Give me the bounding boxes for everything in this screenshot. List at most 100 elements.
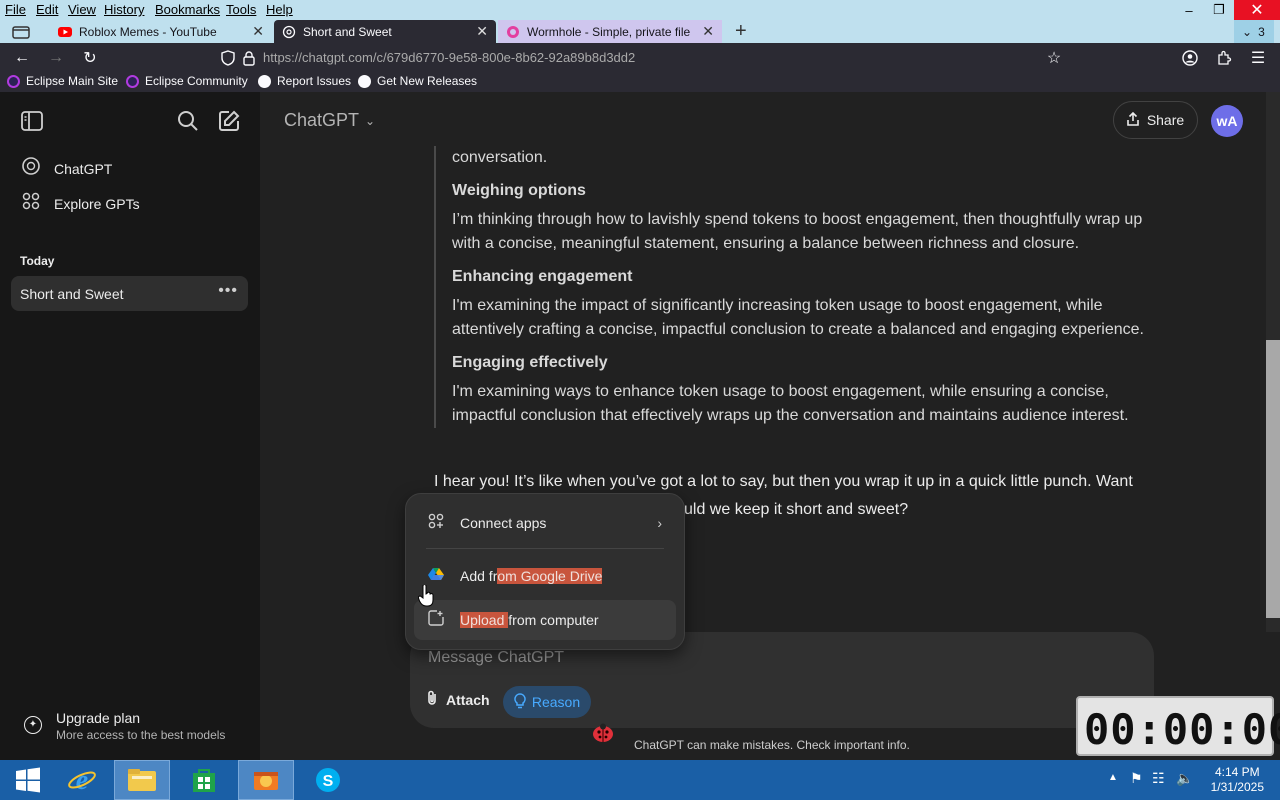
chat-history-item[interactable]: Short and Sweet ••• — [11, 276, 248, 311]
close-window-button[interactable]: ✕ — [1234, 0, 1280, 20]
reason-button[interactable]: Reason — [503, 686, 591, 718]
menu-edit[interactable]: Edit — [36, 2, 58, 17]
taskbar-firefox[interactable] — [238, 760, 294, 800]
action-center-flag-icon[interactable]: ⚑ — [1130, 770, 1143, 787]
menu-item-upload[interactable]: Upload from computer — [414, 600, 676, 640]
menu-view[interactable]: View — [68, 2, 96, 17]
url-path: /c/679d6770-9e58-800e-8b62-92a89b8d3dd2 — [372, 50, 636, 65]
close-tab-icon[interactable]: ✕ — [476, 23, 488, 40]
timer-widget[interactable]: 00:00:00 — [1076, 696, 1280, 756]
start-button[interactable] — [0, 760, 56, 800]
tab-title: Short and Sweet — [303, 24, 392, 39]
bookmark-star-icon[interactable]: ☆ — [1043, 47, 1065, 69]
minimize-button[interactable]: – — [1174, 0, 1204, 20]
url-field[interactable]: https://chatgpt.com/c/679d6770-9e58-800e… — [263, 50, 635, 65]
bookmark-label: Eclipse Main Site — [26, 74, 119, 88]
folder-icon — [128, 769, 156, 791]
close-tab-icon[interactable]: ✕ — [252, 23, 264, 40]
chat-title: Short and Sweet — [20, 286, 124, 302]
label-part: Add fr — [460, 568, 498, 584]
menu-divider — [426, 548, 664, 549]
grid-icon — [20, 192, 42, 215]
sidebar-item-label: Explore GPTs — [54, 195, 140, 212]
bookmark-get-new-releases[interactable]: Get New Releases — [358, 74, 477, 88]
browser-menubar: File Edit View History Bookmarks Tools H… — [0, 0, 1280, 20]
windows-taskbar: e S ▲ ⚑ ☷ 🔈 4:14 PM 1/31/2025 — [0, 760, 1280, 800]
bookmark-report-issues[interactable]: Report Issues — [258, 74, 351, 88]
upgrade-title: Upgrade plan — [56, 710, 141, 726]
upgrade-subtitle: More access to the best models — [56, 728, 226, 742]
new-chat-icon[interactable] — [217, 109, 241, 138]
chevron-right-icon: › — [657, 515, 662, 531]
menu-bookmarks[interactable]: Bookmarks — [155, 2, 220, 17]
reason-label: Reason — [531, 694, 581, 710]
lock-icon[interactable] — [238, 47, 260, 69]
bookmark-label: Report Issues — [277, 74, 352, 88]
reasoning-heading: Engaging effectively — [452, 354, 608, 371]
more-options-icon[interactable]: ••• — [218, 282, 238, 300]
tab-short-and-sweet[interactable]: Short and Sweet ✕ — [274, 20, 496, 43]
bookmark-eclipse-community[interactable]: Eclipse Community — [126, 74, 248, 88]
volume-muted-icon[interactable]: 🔈 — [1176, 770, 1193, 787]
clock-date: 1/31/2025 — [1210, 780, 1264, 794]
restore-button[interactable]: ❐ — [1204, 0, 1234, 20]
github-icon — [358, 74, 371, 88]
model-selector[interactable]: ChatGPT ⌄ — [284, 110, 375, 131]
sidebar-item-explore-gpts[interactable]: Explore GPTs — [20, 192, 140, 215]
chevron-down-icon: ⌄ — [365, 113, 376, 128]
sidebar-item-chatgpt[interactable]: ChatGPT — [20, 156, 112, 181]
scrollbar-thumb[interactable] — [1266, 340, 1280, 618]
eclipse-icon — [126, 74, 139, 88]
menu-tools[interactable]: Tools — [226, 2, 256, 17]
share-button[interactable]: Share — [1113, 101, 1198, 139]
attach-label: Attach — [446, 691, 490, 708]
extensions-icon[interactable] — [1213, 47, 1235, 69]
message-input[interactable]: Message ChatGPT — [428, 649, 564, 667]
menu-item-google-drive[interactable]: Add from Google Drive — [414, 556, 676, 596]
ladybug-icon — [593, 723, 613, 742]
tab-roblox[interactable]: Roblox Memes - YouTube ✕ — [50, 20, 272, 43]
taskbar-clock[interactable]: 4:14 PM 1/31/2025 — [1211, 765, 1264, 795]
menu-history[interactable]: History — [104, 2, 144, 17]
bookmarks-bar: Eclipse Main Site Eclipse Community Repo… — [0, 72, 1280, 92]
search-icon[interactable] — [176, 109, 200, 138]
lightbulb-icon — [514, 692, 526, 712]
tab-wormhole[interactable]: Wormhole - Simple, private file ✕ — [498, 20, 722, 43]
forward-button[interactable]: → — [45, 47, 67, 69]
close-tab-icon[interactable]: ✕ — [702, 23, 714, 40]
menu-item-label: Add from Google Drive — [460, 568, 603, 584]
sidebar: ChatGPT Explore GPTs Today Short and Swe… — [0, 92, 260, 760]
bookmark-eclipse-main[interactable]: Eclipse Main Site — [7, 74, 118, 88]
taskbar-store[interactable] — [176, 760, 232, 800]
wormhole-icon — [507, 25, 519, 38]
hamburger-menu-icon[interactable]: ☰ — [1247, 47, 1269, 69]
avatar[interactable]: wA — [1211, 105, 1243, 137]
network-icon[interactable]: ☷ — [1152, 770, 1165, 787]
windows-logo-icon — [16, 767, 40, 793]
account-icon[interactable] — [1179, 47, 1201, 69]
tab-list-icon — [12, 25, 30, 39]
reload-button[interactable]: ↻ — [79, 47, 101, 69]
menu-help[interactable]: Help — [266, 2, 293, 17]
tab-overflow-button[interactable]: ⌄ 3 — [1234, 20, 1274, 43]
menu-file[interactable]: File — [5, 2, 26, 17]
tab-title: Roblox Memes - YouTube — [79, 24, 217, 39]
chevron-down-icon: ⌄ — [1242, 24, 1253, 39]
answer-line: I hear you! It’s like when you’ve got a … — [434, 473, 1133, 490]
openai-logo-icon — [20, 156, 42, 181]
attach-button[interactable]: Attach — [426, 690, 490, 709]
skype-icon: S — [316, 768, 340, 792]
menu-item-connect-apps[interactable]: Connect apps › — [414, 503, 676, 543]
toggle-sidebar-icon[interactable] — [20, 110, 44, 137]
taskbar-file-explorer[interactable] — [114, 760, 170, 800]
back-button[interactable]: ← — [11, 47, 33, 69]
taskbar-skype[interactable]: S — [300, 760, 356, 800]
tray-expand-icon[interactable]: ▲ — [1108, 772, 1118, 783]
tab-list-button[interactable] — [4, 20, 34, 43]
sidebar-item-label: ChatGPT — [54, 160, 113, 177]
new-tab-button[interactable]: + — [730, 20, 756, 43]
share-label: Share — [1146, 112, 1185, 128]
taskbar-internet-explorer[interactable]: e — [54, 760, 110, 800]
bookmark-label: Get New Releases — [377, 74, 478, 88]
shield-icon[interactable] — [217, 47, 239, 69]
